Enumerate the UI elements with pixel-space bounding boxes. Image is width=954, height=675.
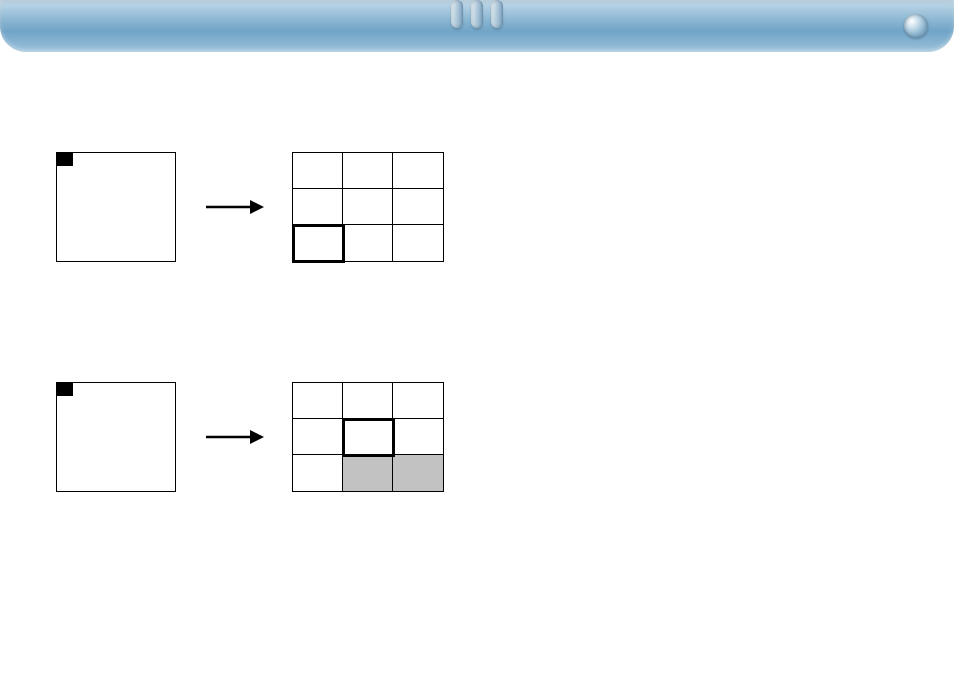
pill-icon xyxy=(491,0,503,28)
diagram-content xyxy=(0,52,954,492)
grid-cell-shaded xyxy=(343,455,393,491)
arrow-right-icon xyxy=(204,427,264,447)
corner-mark-icon xyxy=(57,383,73,396)
input-box xyxy=(56,382,176,492)
grid-cell xyxy=(293,189,343,225)
grid-cell xyxy=(393,153,443,189)
grid-cell xyxy=(343,225,393,261)
grid-cell xyxy=(343,189,393,225)
pill-icon xyxy=(471,0,483,28)
diagram-row xyxy=(56,152,898,262)
knob-icon xyxy=(904,14,928,38)
grid-cell-shaded xyxy=(393,455,443,491)
input-box xyxy=(56,152,176,262)
grid-cell xyxy=(293,153,343,189)
pill-icon xyxy=(451,0,463,28)
top-bar xyxy=(0,0,954,52)
grid-cell xyxy=(293,419,343,455)
grid-cell xyxy=(393,419,443,455)
pill-group xyxy=(451,0,503,28)
diagram-row xyxy=(56,382,898,492)
grid-cell xyxy=(393,189,443,225)
grid-cell xyxy=(343,383,393,419)
grid-cell xyxy=(343,153,393,189)
grid-cell xyxy=(293,455,343,491)
grid-cell xyxy=(293,383,343,419)
grid-cell xyxy=(343,419,393,455)
corner-mark-icon xyxy=(57,153,73,166)
output-grid xyxy=(292,152,444,262)
arrow-right-icon xyxy=(204,197,264,217)
output-grid xyxy=(292,382,444,492)
grid-cell xyxy=(393,383,443,419)
grid-cell xyxy=(393,225,443,261)
grid-cell xyxy=(293,225,343,261)
